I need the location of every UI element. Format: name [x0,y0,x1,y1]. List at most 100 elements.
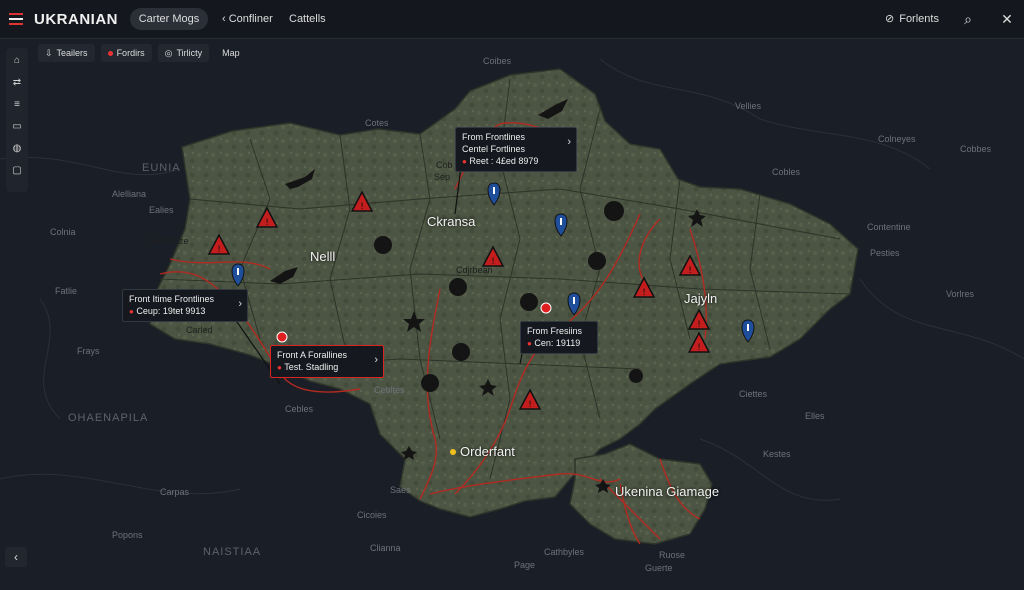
region-label: Contentine [867,222,911,232]
red-dot-icon: ● [277,363,282,372]
region-label: Cathbyles [544,547,585,557]
collapse-button[interactable]: ‹ [5,547,27,567]
region-label: Coibes [483,56,512,66]
svg-text:!: ! [217,245,221,255]
chevron-left-icon: ‹ [222,13,226,25]
region-label: Carpas [160,487,190,497]
region-label: Cicoies [357,510,387,520]
callout-detail: Test. Stadling [284,362,339,372]
minor-label: Cdjrbean [456,265,493,275]
chip-trailers[interactable]: ⇩ Teailers [38,44,95,62]
chevron-right-icon: › [567,136,571,148]
callout-detail: Ceup: 19tet 9913 [136,306,206,316]
city-label[interactable]: Orderfant [460,444,515,459]
catalog-link[interactable]: Cattells [289,13,326,25]
search-icon[interactable]: ⌕ [959,10,977,28]
region-label: Ruose [659,550,686,560]
pin-icon: ⇩ [45,47,53,58]
layers-icon[interactable]: ⌂ [10,52,24,69]
chip-fordirs[interactable]: Fordirs [100,44,152,62]
yellow-location-dot[interactable] [450,449,456,455]
region-label: NAISTIAA [203,546,262,558]
chip-map[interactable]: Map [215,44,247,62]
region-label: OHAENAPILA [68,412,149,424]
callout-southwest[interactable]: Front A Forallines ● Test. Stadling › [270,345,384,378]
chip-tirlicty[interactable]: ◎ Tirlicty [157,44,210,62]
top-bar: UKRANIAN Carter Mogs ‹ Confliner Cattell… [0,0,1024,39]
minor-label: Cob [436,160,453,170]
svg-text:!: ! [697,320,701,330]
callout-title: Front Itime Frontlines [129,294,215,304]
region-label: Frays [77,346,100,356]
back-label: Confliner [228,13,273,25]
region-label: Colnia [50,227,76,237]
doc-icon[interactable]: ▢ [10,162,24,179]
chip-label: Map [222,48,240,58]
city-label[interactable]: Jajyln [684,291,717,306]
city-label[interactable]: Nelll [310,249,335,264]
map-mode-pill[interactable]: Carter Mogs [130,8,208,30]
red-location-dot[interactable] [276,331,288,343]
folder-icon[interactable]: ▭ [10,118,24,135]
red-location-dot[interactable] [540,302,552,314]
map-canvas[interactable]: ! ! ! ! ! ! ! ! ! EUNIA Alelliana Ealies… [0,39,1024,585]
callout-subtitle: Centel Fortlines [462,144,526,154]
region-label: Cebltes [374,385,405,395]
unit-badge-icon[interactable] [588,252,606,270]
region-label: Popons [112,530,143,540]
fronts-button[interactable]: ⊘ Forlents [885,12,939,26]
filter-chips: ⇩ Teailers Fordirs ◎ Tirlicty Map [38,44,247,64]
unit-badge-icon[interactable] [604,201,624,221]
svg-text:!: ! [642,288,646,298]
app-title: UKRANIAN [34,11,118,28]
red-dot-icon: ● [462,157,467,166]
region-label: Cebles [285,404,314,414]
region-label: Fatlie [55,286,78,296]
region-label: Pesties [870,248,900,258]
svg-text:!: ! [697,343,701,353]
region-label: Cotes [365,118,389,128]
tool-sidebar: ⌂ ⇄ ≡ ▭ ◍ ▢ [6,48,28,192]
region-label: Vorlres [946,289,975,299]
route-icon[interactable]: ⇄ [10,74,24,91]
callout-east[interactable]: From Fresiins ● Cen: 19119 [520,321,598,354]
region-label: Saes [390,485,411,495]
back-link[interactable]: ‹ Confliner [222,13,273,25]
region-label: EUNIA [142,162,181,174]
region-label: Cobles [772,167,801,177]
chip-label: Fordirs [116,48,145,58]
svg-text:!: ! [265,218,269,228]
callout-detail: Reet : 4£ed 8979 [469,156,539,166]
unit-badge-icon[interactable] [629,369,643,383]
chevron-right-icon: › [238,298,242,310]
list-icon[interactable]: ≡ [10,96,24,113]
region-label: Colneyes [878,134,916,144]
unit-badge-icon[interactable] [520,293,538,311]
globe-icon: ◎ [164,47,173,58]
compass-icon: ⊘ [885,13,895,25]
chip-label: Teailers [56,48,88,58]
red-dot-icon: ● [527,339,532,348]
unit-badge-icon[interactable] [452,343,470,361]
region-label: Ciettes [739,389,768,399]
svg-text:!: ! [360,202,364,212]
callout-title: From Frontlines [462,132,526,142]
unit-badge-icon[interactable] [449,278,467,296]
unit-badge-icon[interactable] [421,374,439,392]
callout-west[interactable]: Front Itime Frontlines ● Ceup: 19tet 991… [122,289,248,322]
region-label: Ealies [149,205,174,215]
menu-flag-icon[interactable] [9,13,23,25]
minor-label: Carled [186,325,213,335]
svg-text:!: ! [688,266,692,276]
city-label[interactable]: Ukenina Giamage [615,484,719,499]
close-icon[interactable]: ✕ [998,10,1016,28]
unit-badge-icon[interactable] [374,236,392,254]
city-label[interactable]: Ckransa [427,214,475,229]
region-label: Guerte [645,563,673,573]
fronts-label: Forlents [899,12,939,25]
callout-north[interactable]: From Frontlines Centel Fortlines ● Reet … [455,127,577,172]
chevron-left-icon: ‹ [14,550,18,564]
globe-icon[interactable]: ◍ [10,140,24,157]
minor-label: Sep [434,172,451,182]
callout-title: From Fresiins [527,326,583,336]
